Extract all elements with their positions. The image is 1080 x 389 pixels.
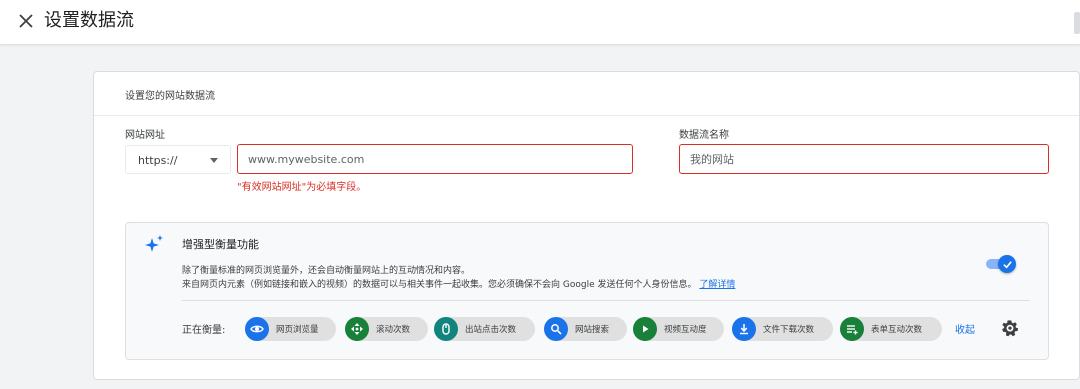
top-bar: 设置数据流 bbox=[0, 0, 1080, 45]
dropdown-arrow-icon bbox=[210, 158, 218, 163]
note-text: 来自网页内元素（例如链接和嵌入的视频）的数据可以与相关事件一起收集。您必须确保不… bbox=[182, 280, 697, 290]
form-icon bbox=[840, 317, 864, 341]
website-url-label: 网站网址 bbox=[125, 130, 165, 141]
website-url-input[interactable] bbox=[237, 144, 633, 174]
search-icon bbox=[544, 317, 568, 341]
download-icon bbox=[732, 317, 756, 341]
stream-name-label: 数据流名称 bbox=[679, 130, 729, 141]
card-header: 设置您的网站数据流 bbox=[94, 72, 1079, 116]
chip-site-search[interactable]: 网站搜索 bbox=[544, 317, 627, 341]
mouse-icon bbox=[434, 317, 458, 341]
protocol-select[interactable]: https:// bbox=[125, 145, 231, 174]
close-icon bbox=[19, 14, 33, 28]
chip-page-views[interactable]: 网页浏览量 bbox=[245, 317, 336, 341]
card-title: 设置您的网站数据流 bbox=[125, 91, 215, 102]
chip-file-downloads[interactable]: 文件下载次数 bbox=[732, 317, 833, 341]
gear-icon[interactable] bbox=[1001, 319, 1019, 337]
eye-icon bbox=[245, 317, 269, 341]
chip-label: 视频互动度 bbox=[664, 325, 707, 335]
enhanced-measurement-note: 来自网页内元素（例如链接和嵌入的视频）的数据可以与相关事件一起收集。您必须确保不… bbox=[182, 277, 735, 290]
protocol-value: https:// bbox=[138, 154, 178, 167]
scrollbar[interactable] bbox=[1074, 12, 1080, 34]
play-icon bbox=[633, 317, 657, 341]
enhanced-measurement-description: 除了衡量标准的网页浏览量外，还会自动衡量网站上的互动情况和内容。 bbox=[182, 266, 471, 276]
chip-label: 网页浏览量 bbox=[276, 325, 319, 335]
stream-name-input[interactable] bbox=[679, 144, 1049, 174]
enhanced-measurement-title: 增强型衡量功能 bbox=[182, 238, 259, 251]
chip-label: 滚动次数 bbox=[376, 325, 411, 335]
chip-outbound-clicks[interactable]: 出站点击次数 bbox=[434, 317, 535, 341]
chip-label: 网站搜索 bbox=[575, 325, 610, 335]
chip-video-engagement[interactable]: 视频互动度 bbox=[633, 317, 724, 341]
divider bbox=[182, 300, 1030, 301]
chip-scrolls[interactable]: 滚动次数 bbox=[345, 317, 428, 341]
scroll-icon bbox=[345, 317, 369, 341]
chip-label: 表单互动次数 bbox=[871, 325, 923, 335]
stream-setup-card: 设置您的网站数据流 网站网址 https:// "有效网站网址"为必填字段。 数… bbox=[93, 71, 1080, 380]
url-error-message: "有效网站网址"为必填字段。 bbox=[237, 182, 367, 193]
check-icon bbox=[1002, 260, 1012, 268]
enhanced-measurement-panel: 增强型衡量功能 除了衡量标准的网页浏览量外，还会自动衡量网站上的互动情况和内容。… bbox=[125, 222, 1049, 360]
chip-label: 文件下载次数 bbox=[763, 325, 815, 335]
page-title: 设置数据流 bbox=[44, 10, 134, 31]
measuring-label: 正在衡量: bbox=[182, 325, 226, 336]
collapse-link[interactable]: 收起 bbox=[955, 321, 975, 336]
learn-more-link[interactable]: 了解详情 bbox=[699, 280, 735, 290]
chip-label: 出站点击次数 bbox=[465, 325, 517, 335]
enhanced-measurement-toggle[interactable] bbox=[986, 255, 1016, 273]
close-button[interactable] bbox=[14, 9, 38, 33]
toggle-knob bbox=[998, 255, 1016, 273]
chip-form-interactions[interactable]: 表单互动次数 bbox=[840, 317, 942, 341]
sparkle-icon bbox=[145, 235, 163, 252]
